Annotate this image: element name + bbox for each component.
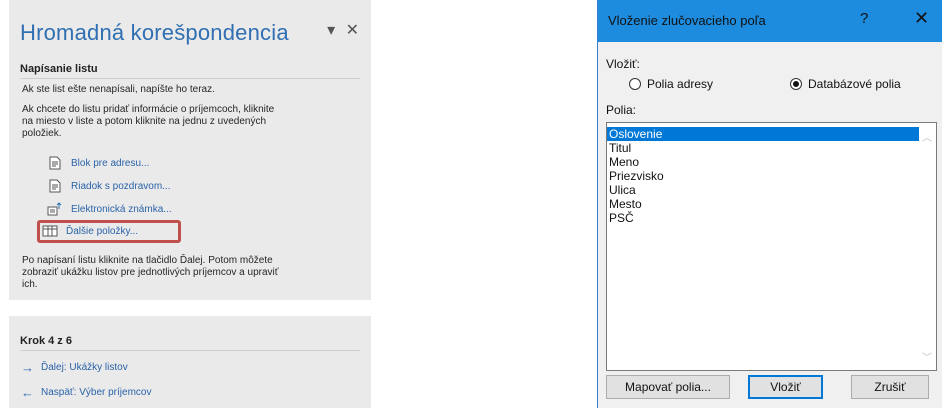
postage-icon — [47, 201, 63, 217]
pane-controls: ▾ ✕ — [321, 20, 359, 40]
link-greeting-line[interactable]: Riadok s pozdravom... — [47, 177, 171, 195]
pane-options-icon[interactable]: ▾ — [327, 22, 335, 39]
fields-list: Oslovenie Titul Meno Priezvisko Ulica Mesto PS… — [607, 127, 936, 225]
insert-button-label: Vložiť — [770, 380, 801, 394]
document-icon — [47, 155, 63, 171]
insert-merge-field-dialog: Vloženie zlučovacieho poľa ? ✕ Vložiť: P… — [597, 0, 942, 408]
insert-button[interactable]: Vložiť — [748, 375, 823, 399]
section-title: Napísanie listu — [20, 63, 360, 79]
outro-text-line1: Po napísaní listu kliknite na tlačidlo Ď… — [22, 255, 273, 266]
link-address-block-label: Blok pre adresu... — [71, 157, 150, 169]
arrow-right-icon: → — [21, 359, 34, 375]
map-fields-button[interactable]: Mapovať polia... — [606, 375, 730, 399]
listbox-scrollbar[interactable]: ︿ ﹀ — [919, 123, 936, 370]
link-greeting-line-label: Riadok s pozdravom... — [71, 180, 171, 192]
intro-text-2-line2: na miesto v liste a potom kliknite na je… — [22, 116, 267, 127]
radio-address-indicator — [629, 78, 641, 90]
close-button[interactable]: ✕ — [914, 8, 929, 29]
fields-listbox[interactable]: Oslovenie Titul Meno Priezvisko Ulica Mesto PS… — [606, 122, 937, 371]
dialog-titlebar[interactable]: Vloženie zlučovacieho poľa ? ✕ — [598, 0, 942, 42]
step-pane: Krok 4 z 6 → Ďalej: Ukážky listov ← Nasp… — [9, 316, 371, 408]
intro-text-2-line3: položiek. — [22, 128, 62, 139]
field-item[interactable]: Titul — [607, 141, 921, 155]
radio-address-fields[interactable]: Polia adresy — [629, 77, 713, 91]
field-item[interactable]: Priezvisko — [607, 169, 921, 183]
mail-merge-pane: Hromadná korešpondencia ▾ ✕ Napísanie li… — [9, 0, 371, 300]
help-button[interactable]: ? — [860, 10, 868, 27]
cancel-button[interactable]: Zrušiť — [851, 375, 929, 399]
outro-text-line2: zobraziť ukážku listov pre jednotlivých … — [22, 267, 279, 278]
insert-label: Vložiť: — [606, 57, 640, 71]
dialog-title: Vloženie zlučovacieho poľa — [608, 13, 766, 28]
outro-text-line3: ich. — [22, 279, 38, 290]
next-step-link[interactable]: → Ďalej: Ukážky listov — [21, 359, 128, 375]
next-step-label: Ďalej: Ukážky listov — [41, 361, 128, 373]
intro-text-1: Ak ste list ešte nenapísali, napíšte ho … — [22, 84, 215, 95]
previous-step-label: Naspäť: Výber príjemcov — [41, 386, 152, 398]
radio-database-indicator — [790, 78, 802, 90]
field-item[interactable]: PSČ — [607, 211, 921, 225]
radio-database-label: Databázové polia — [808, 77, 901, 91]
field-item[interactable]: Oslovenie — [607, 127, 921, 141]
document-icon — [47, 178, 63, 194]
cancel-button-label: Zrušiť — [874, 380, 906, 394]
scroll-up-icon[interactable]: ︿ — [922, 129, 932, 144]
link-electronic-postage[interactable]: Elektronická známka... — [47, 200, 172, 218]
scroll-down-icon[interactable]: ﹀ — [922, 349, 932, 364]
fields-label: Polia: — [606, 103, 637, 117]
intro-text-2-line1: Ak chcete do listu pridať informácie o p… — [22, 104, 275, 115]
radio-database-fields[interactable]: Databázové polia — [790, 77, 901, 91]
step-indicator: Krok 4 z 6 — [20, 335, 360, 351]
pane-close-icon[interactable]: ✕ — [346, 22, 359, 39]
highlight-annotation — [37, 220, 181, 243]
link-electronic-postage-label: Elektronická známka... — [71, 203, 172, 215]
radio-address-label: Polia adresy — [647, 77, 714, 91]
map-fields-label: Mapovať polia... — [625, 380, 711, 394]
pane-title: Hromadná korešpondencia — [20, 20, 289, 45]
previous-step-link[interactable]: ← Naspäť: Výber príjemcov — [21, 384, 151, 400]
link-address-block[interactable]: Blok pre adresu... — [47, 154, 149, 172]
field-item[interactable]: Meno — [607, 155, 921, 169]
arrow-left-icon: ← — [21, 384, 34, 400]
field-item[interactable]: Ulica — [607, 183, 921, 197]
field-item[interactable]: Mesto — [607, 197, 921, 211]
